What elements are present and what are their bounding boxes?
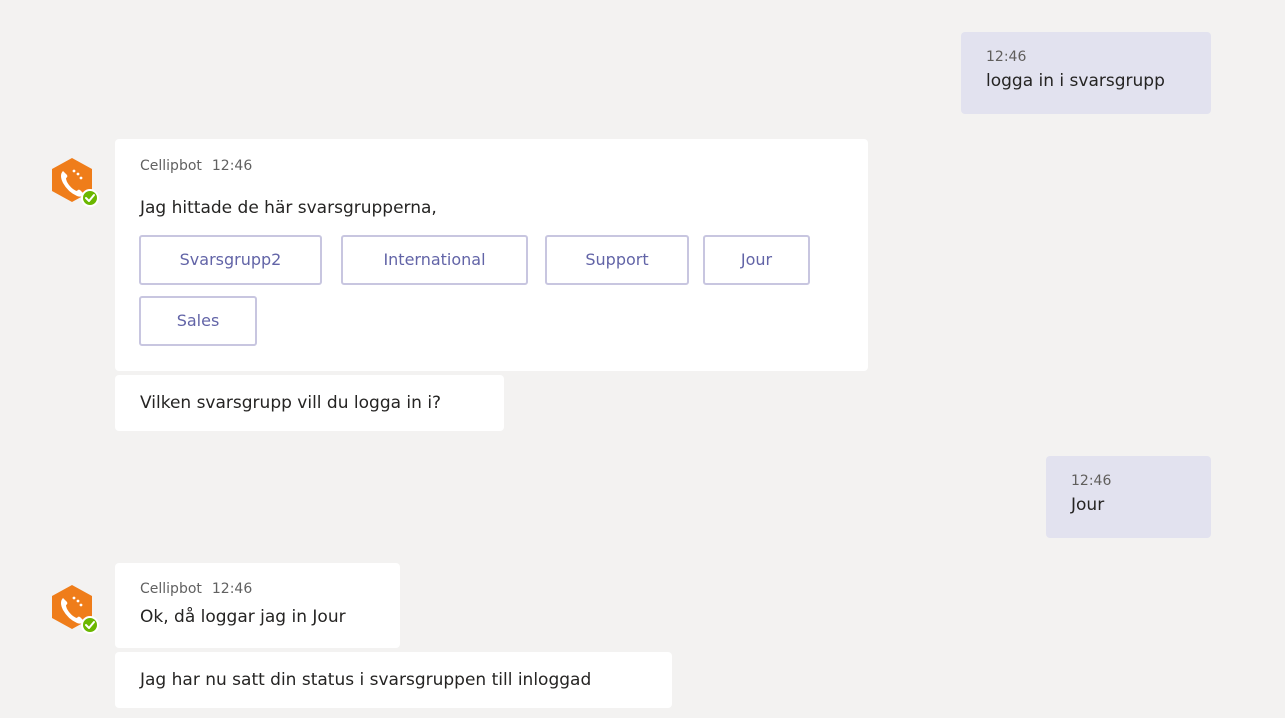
message-text: Jag hittade de här svarsgrupperna, [140, 198, 437, 218]
message-text: logga in i svarsgrupp [986, 71, 1165, 91]
my-message-bubble: 12:46 Jour [1046, 456, 1211, 538]
message-header: Cellipbot 12:46 [140, 579, 252, 599]
message-text: Jag har nu satt din status i svarsgruppe… [140, 670, 592, 690]
bot-avatar[interactable] [48, 156, 100, 208]
option-button-support[interactable]: Support [545, 235, 689, 285]
my-message-bubble: 12:46 logga in i svarsgrupp [961, 32, 1211, 114]
bot-followup-message: Jag har nu satt din status i svarsgruppe… [115, 652, 672, 708]
message-timestamp: 12:46 [1071, 473, 1112, 489]
bot-message-card: Cellipbot 12:46 Jag hittade de här svarsg… [115, 139, 868, 371]
bot-followup-message: Vilken svarsgrupp vill du logga in i? [115, 375, 504, 431]
bot-message-card: Cellipbot 12:46 Ok, då loggar jag in Jour [115, 563, 400, 648]
message-text: Vilken svarsgrupp vill du logga in i? [140, 393, 442, 413]
message-text: Ok, då loggar jag in Jour [140, 607, 346, 627]
phone-hexagon-icon [52, 158, 99, 207]
message-text: Jour [1071, 495, 1105, 515]
bot-avatar[interactable] [48, 583, 100, 635]
status-available-icon [81, 189, 99, 207]
message-header: Cellipbot 12:46 [140, 156, 252, 176]
option-button-svarsgrupp2[interactable]: Svarsgrupp2 [139, 235, 322, 285]
sender-name: Cellipbot [140, 581, 202, 597]
status-available-icon [81, 616, 99, 634]
option-button-sales[interactable]: Sales [139, 296, 257, 346]
phone-hexagon-icon [52, 585, 99, 634]
message-timestamp: 12:46 [986, 49, 1027, 65]
sender-name: Cellipbot [140, 158, 202, 174]
option-button-jour[interactable]: Jour [703, 235, 810, 285]
option-button-international[interactable]: International [341, 235, 528, 285]
message-timestamp: 12:46 [211, 158, 253, 174]
message-timestamp: 12:46 [211, 581, 253, 597]
